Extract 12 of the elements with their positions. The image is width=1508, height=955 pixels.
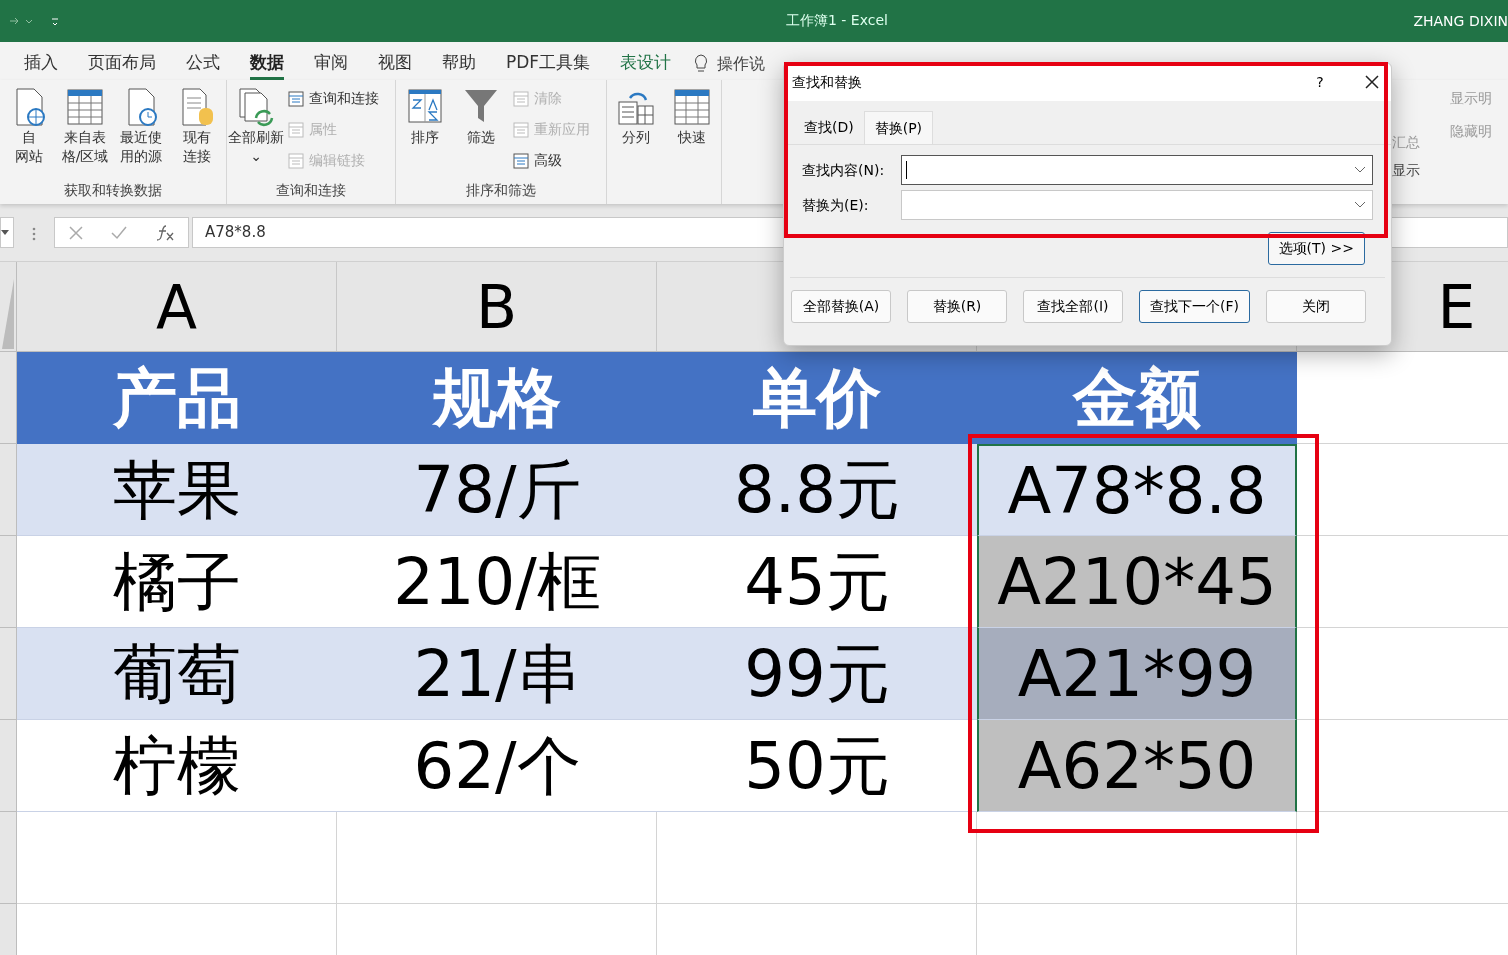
- window-title: 工作簿1 - Excel: [786, 11, 888, 30]
- ribbon-group-label: 获取和转换数据: [63, 181, 163, 200]
- field-label: 查找内容(N):: [802, 160, 886, 180]
- table-header-cell: 单价: [657, 352, 977, 444]
- table-header-cell: 规格: [337, 352, 657, 444]
- ribbon-group-label: 查询和连接: [275, 181, 347, 200]
- ribbon-group-label: 排序和筛选: [465, 181, 537, 200]
- ribbon-group-label: 显示: [1392, 161, 1420, 180]
- dialog-title: 查找和替换: [792, 72, 863, 92]
- table-header-cell: 产品: [17, 352, 337, 444]
- table-header-cell: 金额: [977, 352, 1297, 444]
- field-label: 替换为(E):: [802, 195, 870, 215]
